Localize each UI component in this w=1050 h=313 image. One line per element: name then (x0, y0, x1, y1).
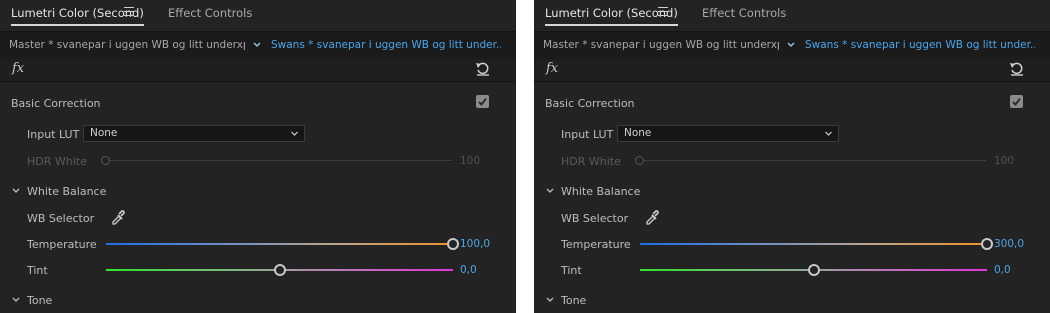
chevron-down-icon (825, 131, 832, 136)
chevron-down-icon[interactable] (786, 40, 796, 50)
hdr-white-slider-knob (101, 156, 110, 165)
fx-bar: fx (0, 59, 516, 82)
hdr-white-label: HDR White (561, 155, 621, 168)
clip-selector-bar: Master * svanepar i uggen WB og litt und… (0, 31, 516, 60)
tint-value[interactable]: 0,0 (994, 264, 1011, 276)
hdr-white-label: HDR White (27, 155, 87, 168)
temperature-label: Temperature (27, 238, 97, 251)
temperature-value[interactable]: 300,0 (994, 238, 1024, 250)
basic-correction-checkbox[interactable] (476, 95, 489, 108)
lumetri-panel-left: Lumetri Color (Second) Effect Controls M… (0, 0, 516, 313)
eyedropper-icon[interactable] (644, 209, 660, 225)
tint-label: Tint (27, 264, 48, 277)
temperature-slider-track[interactable] (640, 243, 987, 245)
chevron-down-icon[interactable] (11, 186, 21, 196)
tint-label: Tint (561, 264, 582, 277)
chevron-down-icon[interactable] (252, 40, 262, 50)
wb-selector-label: WB Selector (561, 212, 629, 225)
checkmark-icon (1012, 97, 1021, 106)
tint-slider-knob[interactable] (807, 264, 820, 276)
wb-selector-label: WB Selector (27, 212, 95, 225)
hdr-white-value: 100 (994, 155, 1015, 167)
input-lut-select[interactable]: None (617, 125, 839, 142)
hdr-white-slider-track (640, 160, 986, 161)
section-basic-correction[interactable]: Basic Correction (545, 97, 635, 110)
hdr-white-slider-track (106, 160, 452, 161)
tint-slider-knob[interactable] (273, 264, 286, 276)
clip-dropdown[interactable]: Swans * svanepar i uggen WB og litt unde… (805, 39, 1035, 51)
tab-effect-controls[interactable]: Effect Controls (168, 6, 252, 20)
input-lut-select[interactable]: None (83, 125, 305, 142)
fx-icon[interactable]: fx (546, 61, 558, 76)
reset-icon[interactable] (475, 62, 491, 76)
section-basic-correction[interactable]: Basic Correction (11, 97, 101, 110)
tint-value[interactable]: 0,0 (460, 264, 477, 276)
panel-tab-bar: Lumetri Color (Second) Effect Controls (0, 0, 516, 30)
fx-icon[interactable]: fx (12, 61, 24, 76)
hdr-white-value: 100 (460, 155, 481, 167)
tab-effect-controls[interactable]: Effect Controls (702, 6, 786, 20)
section-white-balance[interactable]: White Balance (561, 185, 640, 198)
basic-correction-checkbox[interactable] (1010, 95, 1023, 108)
temperature-value[interactable]: 100,0 (460, 238, 490, 250)
reset-icon[interactable] (1009, 62, 1025, 76)
temperature-slider-knob[interactable] (447, 238, 459, 250)
section-tone[interactable]: Tone (561, 294, 586, 307)
chevron-down-icon (291, 131, 298, 136)
temperature-slider-knob[interactable] (981, 238, 993, 250)
input-lut-label: Input LUT (27, 128, 80, 141)
checkmark-icon (478, 97, 487, 106)
chevron-down-icon[interactable] (545, 295, 555, 305)
master-clip-label[interactable]: Master * svanepar i uggen WB og litt und… (543, 39, 779, 51)
hamburger-icon[interactable] (658, 7, 668, 16)
chevron-down-icon[interactable] (11, 295, 21, 305)
lumetri-panel-right: Lumetri Color (Second) Effect Controls M… (534, 0, 1050, 313)
eyedropper-icon[interactable] (110, 209, 126, 225)
section-tone[interactable]: Tone (27, 294, 52, 307)
input-lut-value: None (90, 127, 118, 139)
hamburger-icon[interactable] (124, 7, 134, 16)
input-lut-label: Input LUT (561, 128, 614, 141)
section-white-balance[interactable]: White Balance (27, 185, 106, 198)
fx-bar: fx (534, 59, 1050, 82)
temperature-label: Temperature (561, 238, 631, 251)
temperature-slider-track[interactable] (106, 243, 453, 245)
input-lut-value: None (624, 127, 652, 139)
chevron-down-icon[interactable] (545, 186, 555, 196)
hdr-white-slider-knob (635, 156, 644, 165)
panel-tab-bar: Lumetri Color (Second) Effect Controls (534, 0, 1050, 30)
master-clip-label[interactable]: Master * svanepar i uggen WB og litt und… (9, 39, 245, 51)
clip-dropdown[interactable]: Swans * svanepar i uggen WB og litt unde… (271, 39, 501, 51)
clip-selector-bar: Master * svanepar i uggen WB og litt und… (534, 31, 1050, 60)
